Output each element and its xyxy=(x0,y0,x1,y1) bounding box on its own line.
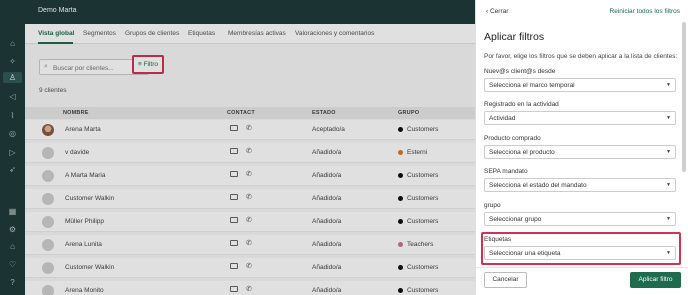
filter-select[interactable]: Actividad ▼ xyxy=(484,111,676,125)
filter-label: Registrado en la actividad xyxy=(484,101,559,108)
filter-select[interactable]: Seleccionar grupo ▼ xyxy=(484,212,676,226)
filter-select-value: Selecciona el producto xyxy=(489,149,555,156)
cancel-button[interactable]: Cancelar xyxy=(484,272,527,288)
panel-footer: Cancelar Aplicar filtro xyxy=(476,267,688,295)
filter-label: Producto comprado xyxy=(484,135,541,142)
filter-panel: ‹ Cerrar Reiniciar todos los filtros Apl… xyxy=(475,0,688,295)
filter-group: grupo Seleccionar grupo ▼ xyxy=(484,202,679,226)
reset-filters-link[interactable]: Reiniciar todos los filtros xyxy=(610,8,680,15)
filter-group: Producto comprado Selecciona el producto ▼ xyxy=(484,135,679,159)
filter-select[interactable]: Selecciona el marco temporal ▼ xyxy=(484,78,676,92)
filter-group: SEPA mandato Selecciona el estado del man… xyxy=(484,168,679,192)
filter-label: Nuev@s client@s desde xyxy=(484,68,556,75)
chevron-down-icon: ▼ xyxy=(666,82,671,88)
chevron-down-icon: ▼ xyxy=(666,149,671,155)
filter-select-value: Selecciona el marco temporal xyxy=(489,82,575,89)
close-button[interactable]: ‹ Cerrar xyxy=(486,8,508,15)
filter-select[interactable]: Selecciona el estado del mandato ▼ xyxy=(484,178,676,192)
filter-select-value: Selecciona el estado del mandato xyxy=(489,182,587,189)
apply-filter-button[interactable]: Aplicar filtro xyxy=(630,272,681,288)
filter-select-value: Actividad xyxy=(489,115,516,122)
chevron-down-icon: ▼ xyxy=(666,216,671,222)
filter-group: Registrado en la actividad Actividad ▼ xyxy=(484,101,679,125)
etiquetas-highlight xyxy=(481,232,681,265)
chevron-down-icon: ▼ xyxy=(666,115,671,121)
modal-overlay[interactable] xyxy=(0,0,475,295)
chevron-down-icon: ▼ xyxy=(666,182,671,188)
panel-scrollbar[interactable] xyxy=(682,22,686,172)
filter-label: grupo xyxy=(484,202,501,209)
filter-select[interactable]: Selecciona el producto ▼ xyxy=(484,145,676,159)
filter-select-value: Seleccionar grupo xyxy=(489,216,542,223)
filter-label: SEPA mandato xyxy=(484,168,528,175)
filter-group: Nuev@s client@s desde Selecciona el marco… xyxy=(484,68,679,92)
panel-description: Por favor, elige los filtros que se debe… xyxy=(484,53,678,60)
panel-title: Aplicar filtros xyxy=(484,31,545,43)
